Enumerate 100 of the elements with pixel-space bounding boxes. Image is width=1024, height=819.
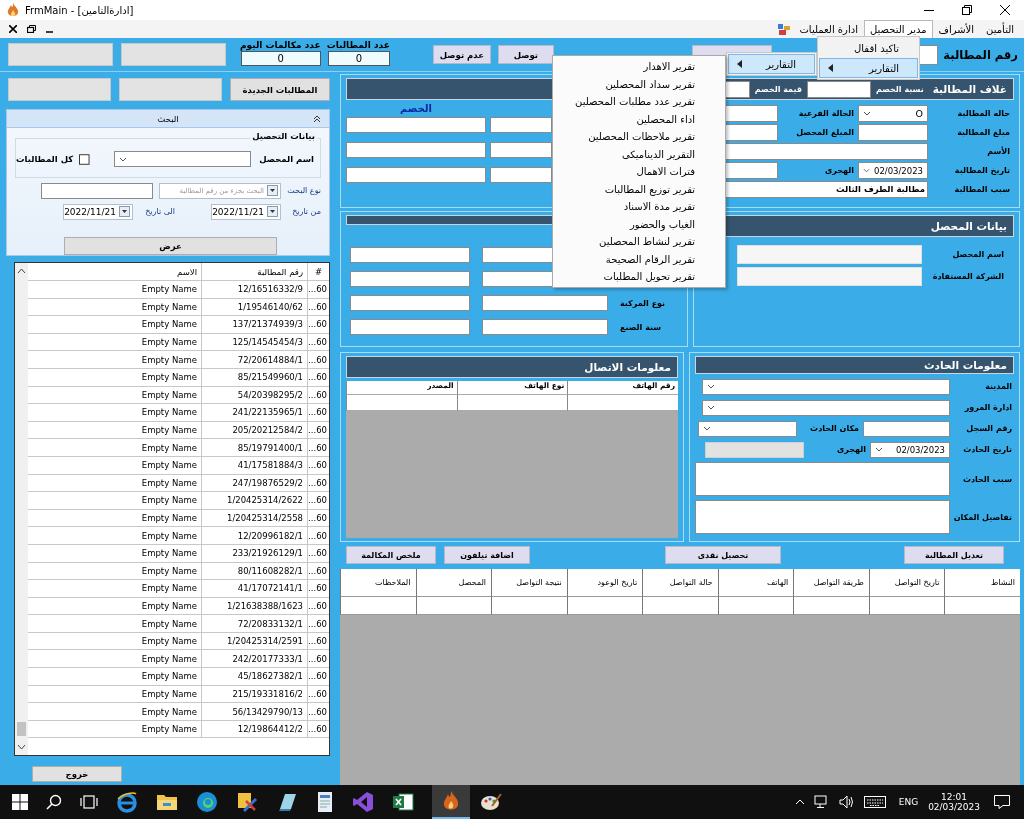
counter-field: 0 — [327, 51, 390, 66]
table-cell: 1/20425314/2622 — [201, 492, 307, 509]
menu-item[interactable]: تقرير لنشاط المحصلين — [553, 233, 725, 251]
menu-item[interactable]: تقرير تحويل المطلبات — [553, 268, 725, 286]
table-cell-text: Empty Name — [140, 652, 198, 666]
table-cell: ...60 — [307, 492, 329, 509]
menu-item[interactable]: مدير التحصيل — [863, 20, 933, 38]
table-cell: 205/20212584/2 — [201, 421, 307, 439]
table-cell: 72/20614884/1 — [201, 351, 307, 368]
clock-time[interactable]: 12:01 — [941, 792, 968, 802]
date-field[interactable]: 02/03/2023 — [858, 162, 928, 179]
menu-item[interactable]: فترات الاهمال — [553, 163, 725, 181]
table-cell: 125/14545454/3 — [201, 333, 307, 351]
action-button[interactable]: تحصيل نقدى — [665, 546, 781, 564]
table-cell: ...60 — [307, 386, 329, 404]
table-cell: 1/20425314/2558 — [201, 509, 307, 527]
table-cell: ...60 — [307, 527, 329, 544]
field-label: تاريخ الحادث — [962, 445, 1012, 454]
table-cell-text: Empty Name — [140, 424, 198, 438]
field-label: المدينة — [984, 382, 1012, 391]
table-cell-text: Empty Name — [140, 300, 198, 314]
table-cell-text: Empty Name — [140, 687, 198, 701]
field-label: الهجرى — [823, 165, 854, 177]
field-label: تاريخ المطالبة — [953, 165, 1010, 177]
clock-date[interactable]: 02/03/2023 — [928, 802, 980, 812]
date-field[interactable]: 2022/11/21 — [211, 203, 281, 220]
action-button[interactable]: ملخص المكالمة — [346, 546, 436, 564]
column-header[interactable]: رقم المطالبة — [201, 263, 307, 280]
table-cell: 242/20177333/1 — [201, 650, 307, 668]
table-cell: 233/21926129/1 — [201, 544, 307, 562]
column-header[interactable]: الاسم — [28, 263, 201, 280]
table-cell: ...60 — [307, 509, 329, 527]
table-cell: ...60 — [307, 544, 329, 562]
menu-item[interactable]: الأشراف — [932, 20, 981, 38]
table-cell: 12/19864412/2 — [201, 720, 307, 738]
table-cell: 137/21374939/3 — [201, 316, 307, 333]
language-indicator[interactable]: ENG — [898, 797, 919, 807]
table-cell-text: Empty Name — [140, 441, 198, 455]
menu-item[interactable]: تقرير الاهدار — [553, 58, 725, 76]
dropdown-field[interactable]: O — [858, 105, 928, 122]
exit-button[interactable]: خروج — [32, 766, 122, 782]
counter-label: عدد مكالمات اليوم — [240, 40, 321, 51]
table-cell: ...60 — [307, 351, 329, 368]
table-cell-text: Empty Name — [140, 512, 198, 525]
table-cell: 72/20833132/1 — [201, 615, 307, 632]
table-cell: ...60 — [307, 281, 329, 298]
table-cell-text: Empty Name — [140, 388, 198, 402]
menu-item[interactable]: اداء المحصلين — [553, 110, 725, 128]
menu-item[interactable]: تقرير سداد المحصلين — [553, 75, 725, 93]
column-heading: الخصم — [399, 103, 433, 116]
table-cell: ...60 — [307, 298, 329, 316]
table-cell-text: Empty Name — [140, 459, 198, 473]
menu-item[interactable]: التقارير — [819, 58, 918, 78]
table-cell-text: Empty Name — [140, 705, 198, 719]
menu-item[interactable]: تقرير عدد مطلبات المحصلين — [553, 93, 725, 111]
table-cell-text: Empty Name — [140, 635, 198, 649]
date-field[interactable]: 02/03/2023 — [870, 441, 950, 458]
window-title: FrmMain - [ادارةالتامين] — [25, 4, 134, 16]
table-cell: 247/19876529/2 — [201, 474, 307, 492]
action-button[interactable]: توصل — [497, 45, 554, 64]
table-cell: 1/19546140/62 — [201, 298, 307, 316]
table-cell: ...60 — [307, 333, 329, 351]
table-cell: ...60 — [307, 439, 329, 456]
group-title: بيانات التحصيل — [250, 131, 317, 141]
action-button[interactable]: عدم توصل — [432, 45, 491, 64]
table-cell-text: Empty Name — [140, 564, 198, 578]
new-claims-button[interactable]: المطالبات الجديدة — [229, 78, 330, 101]
date-field[interactable]: 2022/11/21 — [63, 203, 133, 220]
table-cell: 85/19791400/1 — [201, 439, 307, 456]
field-label: من تاريخ — [291, 207, 321, 216]
menu-item[interactable]: تاكيد اقفال — [819, 38, 918, 58]
menu-item[interactable]: تقرير الرقام الصحيحة — [553, 250, 725, 268]
table-cell: ...60 — [307, 368, 329, 386]
menu-item[interactable]: ادارة العمليات — [793, 20, 864, 38]
table-cell-text: Empty Name — [140, 336, 198, 350]
table-cell: 215/19331816/2 — [201, 685, 307, 703]
menu-item[interactable]: تقرير توزيع المطالبات — [553, 180, 725, 198]
column-header[interactable]: # — [307, 263, 329, 280]
show-button[interactable]: عرض — [64, 237, 277, 255]
action-button[interactable]: اضافة تيلفون — [444, 546, 530, 564]
table-cell: 12/20996182/1 — [201, 527, 307, 544]
field-label: مكان الحادث — [809, 424, 860, 433]
table-cell: 41/17581884/3 — [201, 456, 307, 474]
field-label: حاله المطالبة — [956, 108, 1010, 120]
table-cell: ...60 — [307, 456, 329, 474]
menu-item[interactable]: الغياب والحضور — [553, 215, 725, 233]
action-button[interactable]: تعديل المطالبة — [904, 546, 1004, 564]
menu-item[interactable]: تقرير ملاحظات المحصلين — [553, 128, 725, 146]
table-cell-text: Empty Name — [140, 406, 198, 420]
menu-item[interactable]: التأمين — [980, 20, 1020, 38]
counter-label: عدد المطالبات — [326, 40, 390, 51]
table-cell-text: Empty Name — [140, 529, 198, 543]
field-label: قيمة الخصم — [754, 84, 802, 94]
table-cell: ...60 — [307, 720, 329, 738]
menu-item[interactable]: تقرير مدة الاسناد — [553, 198, 725, 216]
field-label: المبلغ المحصل — [795, 127, 854, 139]
table-cell: 241/22135965/1 — [201, 404, 307, 421]
menu-item[interactable]: التقارير — [728, 54, 815, 74]
table-cell: ...60 — [307, 474, 329, 492]
menu-item[interactable]: التقرير الديناميكى — [553, 145, 725, 163]
